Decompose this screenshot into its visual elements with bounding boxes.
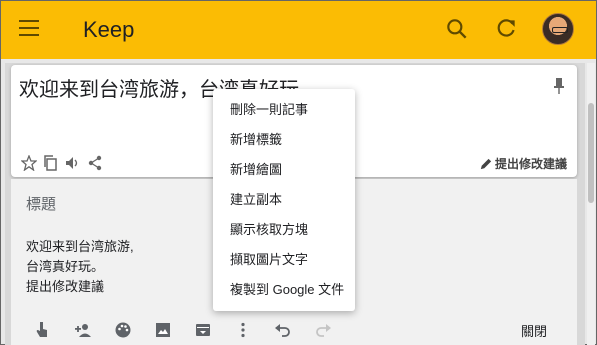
copy-icon[interactable]: [43, 155, 59, 171]
menu-item-grab-image-text[interactable]: 擷取圖片文字: [213, 245, 355, 275]
add-collaborator-icon[interactable]: [63, 319, 103, 341]
app-title: Keep: [83, 17, 135, 42]
bottom-toolbar: [23, 319, 343, 341]
scrollbar-thumb[interactable]: [588, 103, 594, 203]
image-icon[interactable]: [143, 319, 183, 341]
avatar[interactable]: [542, 13, 574, 45]
body-line: 台湾真好玩。: [26, 259, 105, 274]
share-icon[interactable]: [87, 155, 103, 171]
suggest-edit-link[interactable]: 提出修改建議: [480, 155, 567, 172]
title-field[interactable]: 標題: [26, 193, 56, 214]
menu-item-make-copy[interactable]: 建立副本: [213, 185, 355, 215]
formatting-icon[interactable]: [23, 319, 63, 341]
speaker-icon[interactable]: [65, 155, 81, 171]
palette-icon[interactable]: [103, 319, 143, 341]
scrollbar[interactable]: [587, 63, 595, 345]
more-options-icon[interactable]: [223, 319, 263, 341]
redo-icon[interactable]: [303, 319, 343, 341]
app-bar: Keep: [1, 1, 596, 59]
menu-item-delete-note[interactable]: 刪除一則記事: [213, 95, 355, 125]
refresh-icon[interactable]: [493, 16, 519, 42]
menu-icon[interactable]: [19, 20, 39, 36]
suggest-edit-label: 提出修改建議: [494, 157, 567, 171]
star-icon[interactable]: [21, 155, 37, 171]
note-body-field[interactable]: 欢迎来到台湾旅游, 台湾真好玩。 提出修改建議: [26, 237, 134, 297]
archive-icon[interactable]: [183, 319, 223, 341]
menu-item-copy-to-docs[interactable]: 複製到 Google 文件: [213, 275, 355, 305]
pencil-icon: [480, 158, 492, 169]
more-options-menu: 刪除一則記事 新增標籤 新增繪圖 建立副本 顯示核取方塊 擷取圖片文字 複製到 …: [213, 89, 355, 311]
body-line: 提出修改建議: [26, 279, 105, 294]
menu-item-show-checkboxes[interactable]: 顯示核取方塊: [213, 215, 355, 245]
menu-item-add-label[interactable]: 新增標籤: [213, 125, 355, 155]
close-button[interactable]: 關閉: [521, 321, 547, 340]
body-line: 欢迎来到台湾旅游,: [26, 239, 134, 254]
note-actions: [21, 155, 103, 173]
search-icon[interactable]: [444, 16, 470, 42]
pin-icon[interactable]: [551, 77, 567, 95]
menu-item-add-drawing[interactable]: 新增繪圖: [213, 155, 355, 185]
undo-icon[interactable]: [263, 319, 303, 341]
